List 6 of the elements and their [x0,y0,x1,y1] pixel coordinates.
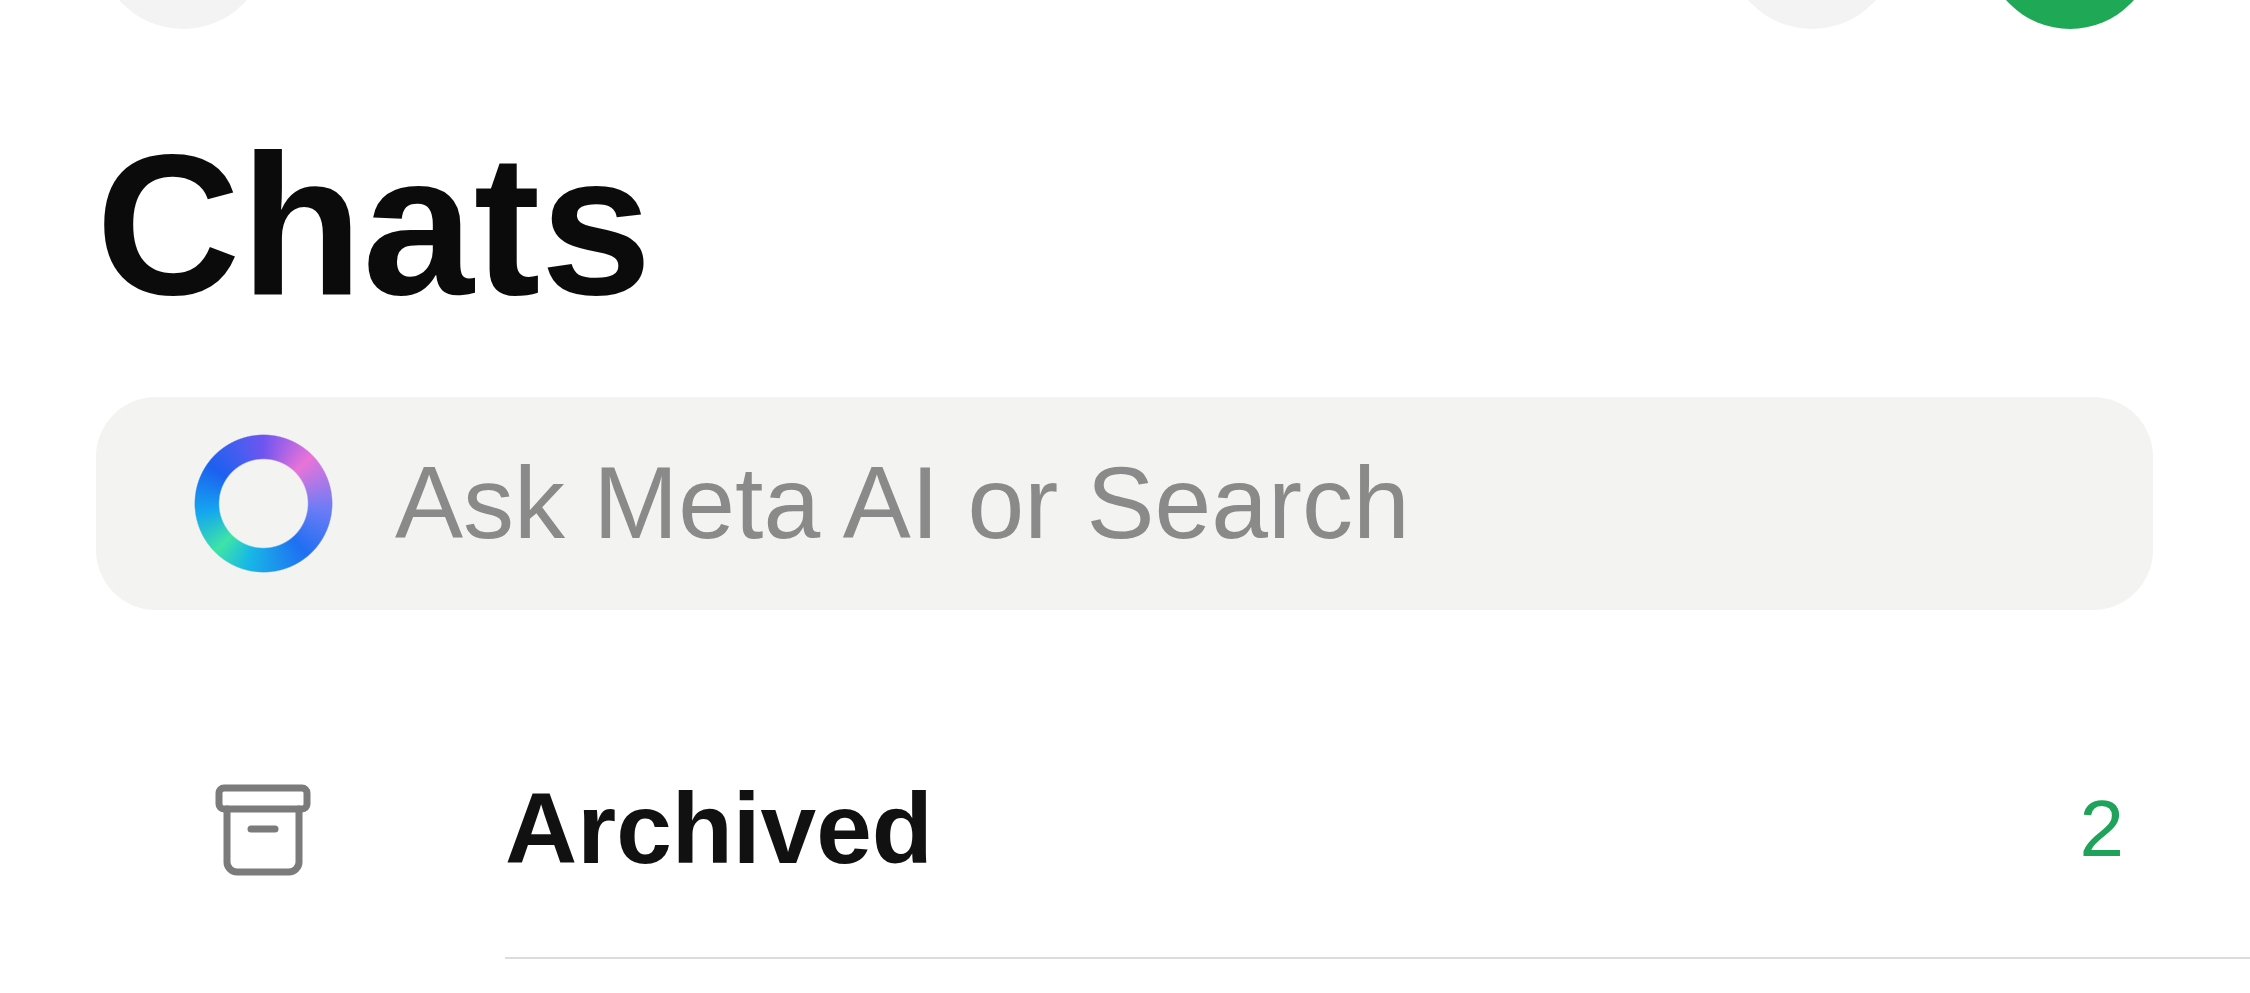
page-title: Chats [96,125,652,325]
search-input[interactable]: Ask Meta AI or Search [395,445,2153,562]
unread-count: 2 [2079,782,2124,875]
archived-label[interactable]: Archived [505,771,933,886]
search-bar[interactable]: Ask Meta AI or Search [96,397,2153,610]
archive-icon [215,783,311,876]
